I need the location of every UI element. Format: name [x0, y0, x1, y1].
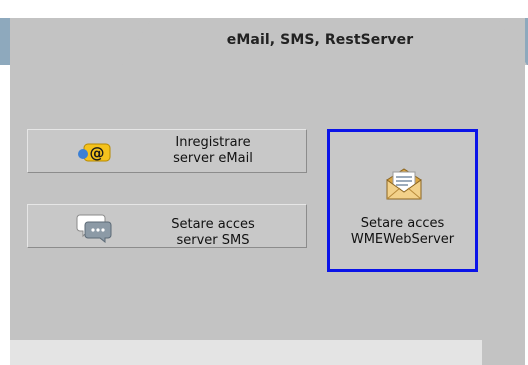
register-email-server-label: Inregistrare server eMail [173, 135, 253, 166]
tab-email-sms-restserver[interactable]: eMail, SMS, RestServer [170, 32, 470, 48]
svg-text:@: @ [90, 144, 105, 162]
window: eMail, SMS, RestServer @ Inregistrare se… [0, 0, 528, 365]
webserver-access-button[interactable]: Setare acces WMEWebServer [327, 129, 478, 272]
sms-server-access-label: Setare acces server SMS [171, 217, 255, 248]
sms-server-access-button[interactable]: Setare acces server SMS [27, 204, 307, 248]
envelope-icon [386, 168, 422, 200]
bottom-strip [10, 340, 482, 365]
webserver-access-label: Setare acces WMEWebServer [350, 216, 455, 247]
register-email-server-button[interactable]: @ Inregistrare server eMail [27, 129, 307, 173]
email-at-icon: @ [78, 143, 111, 162]
chat-bubble-icon [76, 214, 112, 243]
